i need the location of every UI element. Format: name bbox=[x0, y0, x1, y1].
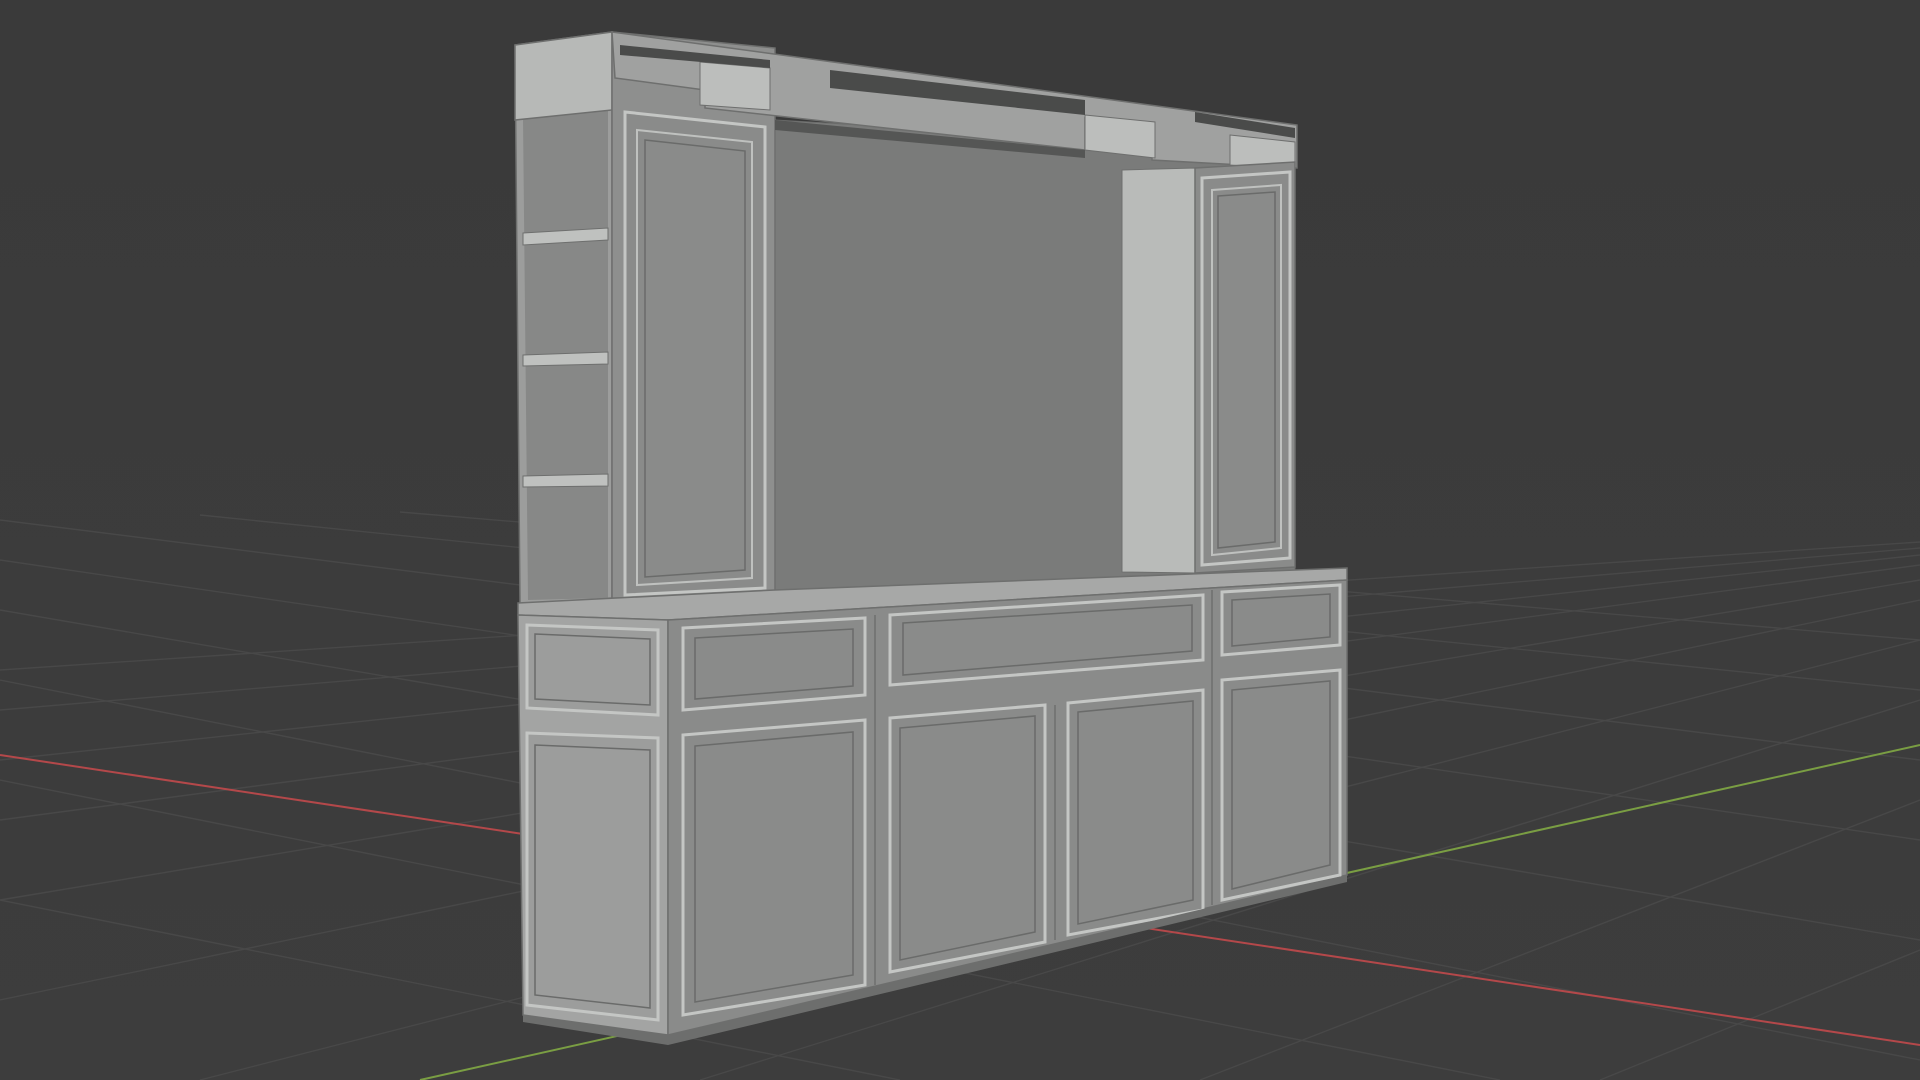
drawer-1 bbox=[681, 616, 867, 712]
drawer-3 bbox=[1220, 583, 1342, 657]
door-4 bbox=[1220, 668, 1342, 902]
door-2 bbox=[888, 703, 1047, 974]
viewport-scene bbox=[0, 0, 1920, 1080]
left-shelf-2 bbox=[522, 351, 609, 367]
door-3 bbox=[1066, 688, 1205, 937]
crown-cubby-2 bbox=[1084, 114, 1156, 159]
right-tall-door bbox=[1200, 170, 1292, 567]
left-shelf-3 bbox=[522, 473, 609, 488]
base-left-side-lower-panel bbox=[525, 731, 660, 1022]
cabinet-mesh[interactable] bbox=[514, 31, 1348, 1045]
left-tall-door bbox=[623, 110, 767, 597]
3d-viewport[interactable] bbox=[0, 0, 1920, 1080]
right-tower-side bbox=[1121, 167, 1196, 574]
left-tower-top bbox=[514, 31, 613, 121]
door-1 bbox=[681, 718, 867, 1017]
crown-cubby-1 bbox=[699, 61, 771, 111]
